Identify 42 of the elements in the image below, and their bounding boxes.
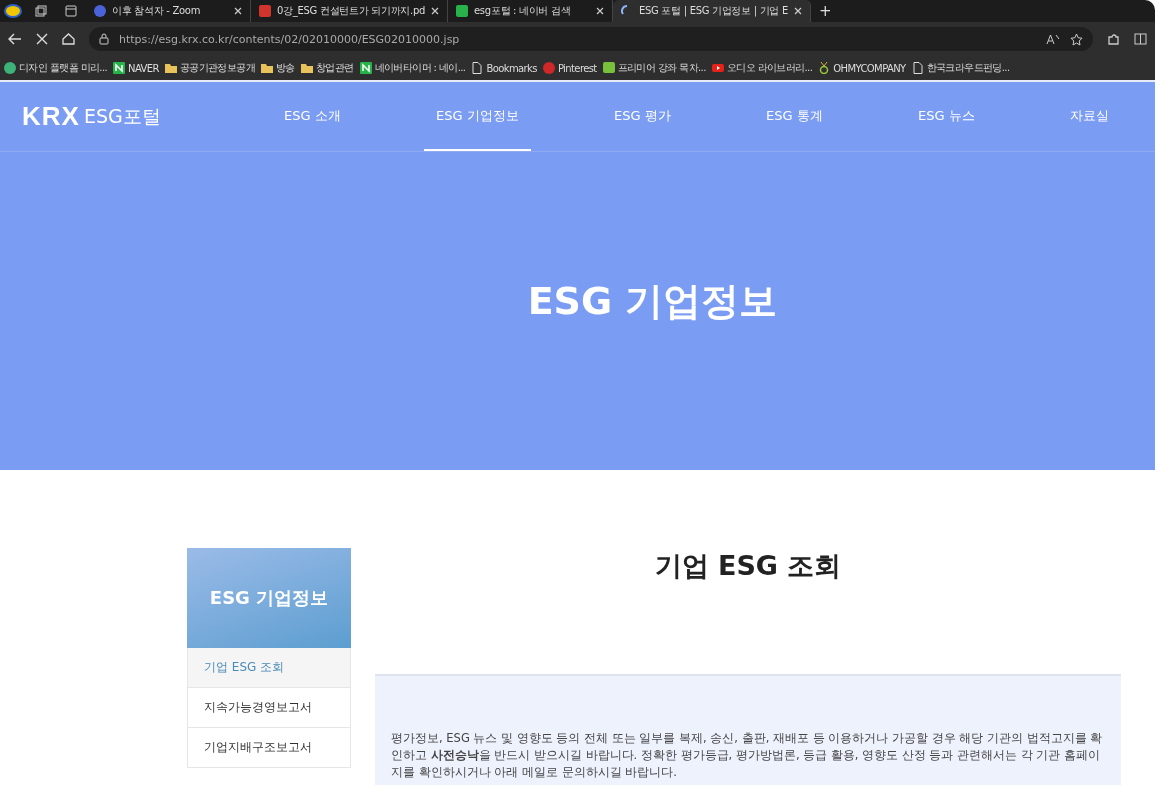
folder-icon [300, 62, 313, 74]
bookmark[interactable]: 오디오 라이브러리... [711, 61, 813, 75]
close-icon[interactable] [793, 7, 802, 15]
bookmark[interactable]: 네이버타이머 : 네이... [359, 61, 466, 75]
bookmark[interactable]: 공공기관정보공개 [164, 61, 256, 75]
close-icon[interactable] [596, 7, 604, 15]
new-tab-button[interactable]: + [818, 2, 832, 20]
back-icon[interactable] [8, 33, 22, 45]
bookmark[interactable]: 한국크라우드펀딩... [911, 61, 1010, 75]
folder-icon [261, 62, 274, 74]
notice-text: 평가정보, ESG 뉴스 및 영향도 등의 전체 또는 일부를 복제, 송신, 출판, 재배포 등 이용하거나 가공할 경우 해당 기관의 법적고지를 확인하고 사전승낙을 반드시 받으시길 바랍니다. 정확한 평가등급, 평가방법론, 등급 활용, 영향도 산정 등과 관련해서는 각 기관 홈페이지를 확인하시거나 아래 메일로 문의하시길 바랍니다. [391, 730, 1104, 781]
play-icon [711, 62, 724, 74]
home-icon[interactable] [62, 33, 75, 45]
sidebar-item[interactable]: 기업 ESG 조회 [187, 648, 351, 688]
star-icon[interactable] [1070, 32, 1083, 46]
address-bar[interactable]: https://esg.krx.co.kr/contents/02/02010000/ESG02010000.jsp [89, 27, 1093, 51]
page-icon [911, 62, 924, 74]
page-title: 기업 ESG 조회 [653, 549, 843, 583]
sidebar-item[interactable]: 지속가능경영보고서 [187, 688, 351, 728]
bookmark[interactable]: 디자인 플랫폼 미리... [4, 61, 108, 75]
stop-icon[interactable] [36, 33, 48, 45]
bookmark[interactable]: Pinterest [542, 62, 597, 74]
folder-icon [164, 62, 177, 74]
medal-icon [818, 62, 831, 74]
bookmark[interactable]: 방송 [261, 61, 295, 75]
bookmark[interactable]: 창업관련 [300, 61, 354, 75]
sidebar-item[interactable]: 기업지배구조보고서 [187, 728, 351, 768]
bookmark[interactable]: NAVER [113, 62, 159, 74]
hero-title: ESG 기업정보 [527, 277, 778, 325]
bookmark[interactable]: Bookmarks [471, 62, 537, 74]
split-screen-icon[interactable] [1134, 33, 1147, 45]
bookmark[interactable]: OHMYCOMPANY [818, 62, 906, 74]
sidebar-title: ESG 기업정보 [187, 548, 351, 648]
lock-icon [99, 33, 109, 45]
page-icon [471, 62, 484, 74]
close-icon[interactable] [431, 7, 439, 15]
read-aloud-icon[interactable] [1046, 33, 1060, 45]
close-icon[interactable] [234, 7, 242, 15]
bookmark[interactable]: 프리미어 강좌 목차... [602, 61, 706, 75]
tab-actions-icon[interactable] [65, 5, 77, 17]
collections-icon[interactable] [35, 5, 47, 17]
browser-tab[interactable]: ESG 포털 | ESG 기업정보 | 기업 E [613, 0, 811, 22]
